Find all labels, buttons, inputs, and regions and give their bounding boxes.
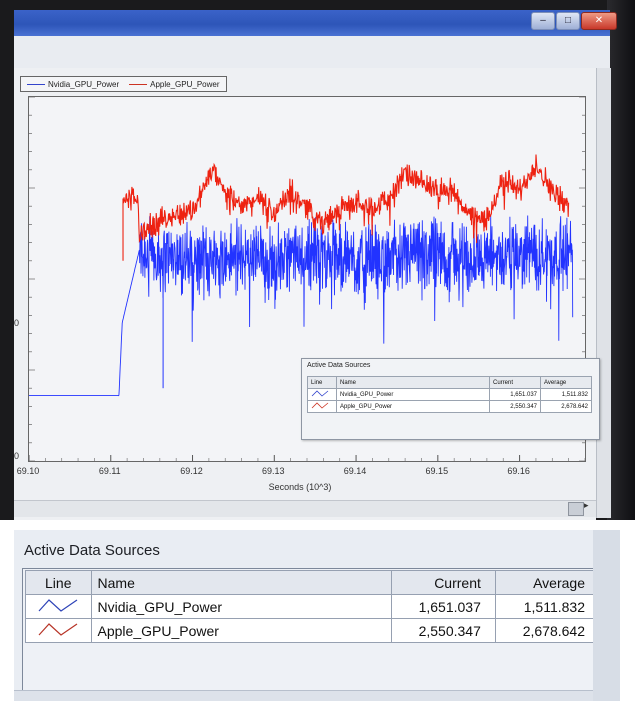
monitor-bezel — [607, 0, 635, 520]
x-tick-label: 69.13 — [262, 466, 285, 476]
legend-item-nvidia: Nvidia_GPU_Power — [27, 80, 119, 89]
average-value: 1,511.832 — [494, 594, 601, 619]
panel-bottom-edge — [14, 690, 620, 701]
horizontal-scrollbar[interactable] — [14, 500, 596, 517]
source-name: Nvidia_GPU_Power — [336, 388, 490, 401]
data-sources-table-small: Line Name Current Average Nvidia_GPU_Pow… — [307, 376, 592, 413]
source-name: Nvidia_GPU_Power — [90, 594, 392, 619]
x-tick-label: 69.16 — [507, 466, 530, 476]
table-row[interactable]: Nvidia_GPU_Power 1,651.037 1,511.832 — [307, 388, 592, 401]
col-header-name[interactable]: Name — [336, 376, 490, 389]
col-header-average[interactable]: Average — [494, 570, 601, 595]
current-value: 2,550.347 — [390, 618, 496, 643]
line-swatch-apple — [307, 400, 337, 413]
legend-line-nvidia — [27, 83, 45, 85]
data-sources-table: Line Name Current Average Nvidia_GPU_Pow… — [25, 570, 601, 643]
x-axis-title: Seconds (10^3) — [268, 482, 332, 492]
average-value: 1,511.832 — [540, 388, 592, 401]
source-name: Apple_GPU_Power — [336, 400, 490, 413]
window-titlebar — [14, 10, 610, 36]
legend-line-apple — [129, 83, 148, 85]
x-tick-label: 69.12 — [180, 466, 203, 476]
table-row[interactable]: Nvidia_GPU_Power 1,651.037 1,511.832 — [25, 594, 601, 619]
col-header-line[interactable]: Line — [25, 570, 92, 595]
panel-title: Active Data Sources — [307, 362, 371, 369]
minimize-icon[interactable]: – — [531, 12, 555, 30]
table-row[interactable]: Apple_GPU_Power 2,550.347 2,678.642 — [307, 400, 592, 413]
photo-edge — [593, 530, 620, 701]
legend-label-nvidia: Nvidia_GPU_Power — [48, 79, 120, 89]
active-data-sources-panel-small: Active Data Sources Line Name Current Av… — [301, 358, 600, 440]
close-icon[interactable]: ✕ — [581, 12, 617, 30]
maximize-icon[interactable]: □ — [556, 12, 580, 30]
legend-item-apple: Apple_GPU_Power — [129, 79, 220, 89]
line-swatch-nvidia — [307, 388, 337, 401]
line-swatch-nvidia — [25, 594, 92, 619]
col-header-line[interactable]: Line — [307, 376, 337, 389]
legend-label-apple: Apple_GPU_Power — [150, 79, 220, 89]
x-tick-label: 69.15 — [425, 466, 449, 476]
panel-title: Active Data Sources — [24, 542, 160, 559]
active-data-sources-panel-large: Active Data Sources Line Name Current Av… — [14, 530, 620, 701]
average-value: 2,678.642 — [494, 618, 601, 643]
col-header-current[interactable]: Current — [390, 570, 496, 595]
y-tick-label: 0 — [14, 451, 20, 461]
current-value: 1,651.037 — [489, 388, 541, 401]
y-tick-label: 0 — [14, 318, 20, 328]
table-frame: Line Name Current Average Nvidia_GPU_Pow… — [22, 568, 610, 692]
window-controls: – □ ✕ — [531, 12, 617, 30]
average-value: 2,678.642 — [540, 400, 592, 413]
col-header-current[interactable]: Current — [489, 376, 541, 389]
scroll-right-icon[interactable]: ▸ — [584, 500, 589, 511]
scroll-thumb[interactable] — [568, 502, 584, 516]
col-header-name[interactable]: Name — [90, 570, 392, 595]
x-tick-label: 69.10 — [16, 466, 40, 476]
table-row[interactable]: Apple_GPU_Power 2,550.347 2,678.642 — [25, 618, 601, 643]
chart-legend: Nvidia_GPU_Power Apple_GPU_Power — [20, 76, 227, 92]
col-header-average[interactable]: Average — [540, 376, 592, 389]
toolbar-area — [14, 36, 610, 69]
x-tick-label: 69.11 — [98, 466, 121, 476]
x-tick-label: 69.14 — [343, 466, 367, 476]
current-value: 2,550.347 — [489, 400, 541, 413]
current-value: 1,651.037 — [390, 594, 496, 619]
line-swatch-apple — [25, 618, 92, 643]
source-name: Apple_GPU_Power — [90, 618, 392, 643]
vertical-scrollbar[interactable] — [596, 68, 611, 518]
